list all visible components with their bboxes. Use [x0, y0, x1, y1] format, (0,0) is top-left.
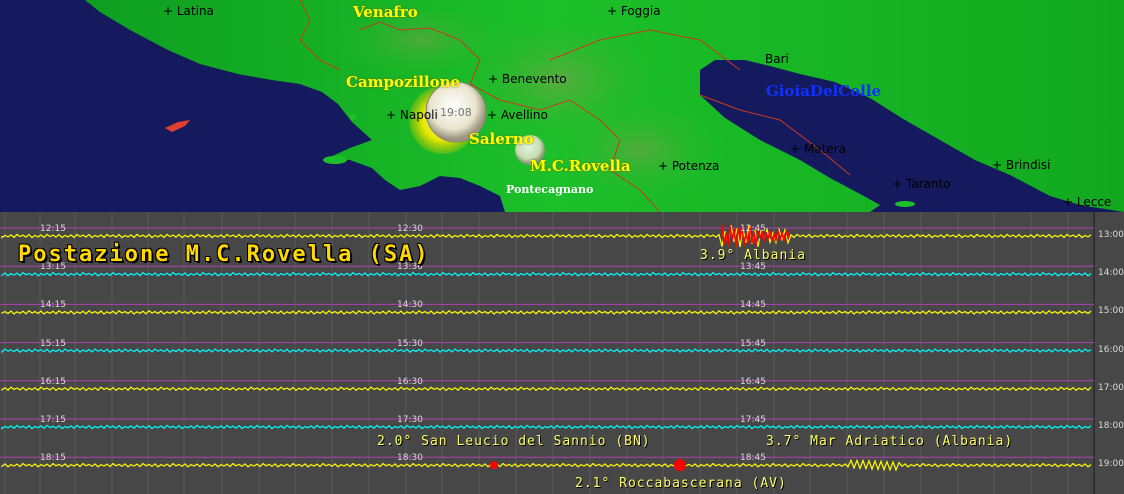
time-label: 18:15	[40, 453, 66, 464]
time-label: 17:15	[40, 415, 66, 425]
island	[895, 201, 915, 207]
station-title: Postazione M.C.Rovella (SA)	[18, 242, 430, 267]
city-label: + Brindisi	[992, 158, 1051, 172]
time-label: 12:45	[740, 224, 766, 234]
map-clock: 19:08	[440, 106, 472, 119]
city-label: + Avellino	[487, 108, 548, 122]
time-label: 18:45	[740, 453, 766, 464]
time-label: 15:30	[397, 338, 423, 349]
city-label: + Lecce	[1063, 195, 1112, 209]
time-label: 18:30	[397, 453, 423, 464]
time-label: 13:45	[740, 262, 766, 273]
event-label: 2.1° Roccabascerana (AV)	[575, 476, 787, 491]
island	[323, 156, 347, 164]
station-label-venafro[interactable]: Venafro	[353, 3, 418, 21]
time-label: 12:15	[40, 224, 66, 234]
station-label-gioiadelcolle[interactable]: GioiaDelColle	[766, 82, 881, 100]
city-label: Bari	[765, 52, 789, 66]
time-label: 15:15	[40, 338, 66, 349]
time-label: 17:30	[397, 415, 423, 425]
time-label: 15:45	[740, 338, 766, 349]
city-label: + Foggia	[607, 4, 661, 18]
seismogram-trace	[1, 271, 1092, 277]
time-label: 14:15	[40, 300, 66, 311]
event-marker	[490, 461, 498, 470]
time-label: 16:45	[740, 376, 766, 387]
time-label: 12:30	[397, 224, 423, 234]
station-label-campozillone[interactable]: Campozillone	[346, 73, 460, 91]
event-label: 2.0° San Leucio del Sannio (BN)	[377, 434, 651, 449]
city-label: + Latina	[163, 4, 214, 18]
row-end-time: 16:00	[1098, 344, 1124, 355]
seismogram-trace	[1, 386, 1092, 392]
city-label: + Taranto	[892, 177, 951, 191]
event-label: 3.7° Mar Adriatico (Albania)	[766, 434, 1014, 449]
seismogram-trace	[1, 348, 1092, 354]
city-label: + Potenza	[658, 159, 720, 173]
station-label-rovella[interactable]: M.C.Rovella	[530, 157, 631, 175]
time-label: 14:45	[740, 300, 766, 311]
map-graphic	[0, 0, 1124, 212]
seismogram-trace	[1, 458, 1092, 472]
row-end-time: 15:00	[1098, 306, 1124, 317]
seismogram-trace	[1, 424, 1092, 430]
time-label: 16:30	[397, 376, 423, 387]
time-label: 16:15	[40, 376, 66, 387]
seismic-station-map: 19:08 + Latina + Foggia + Benevento Bari…	[0, 0, 1124, 212]
event-marker	[674, 459, 686, 472]
row-end-time: 14:00	[1098, 268, 1124, 279]
row-end-time: 18:00	[1098, 421, 1124, 431]
island	[349, 114, 357, 120]
seismogram-trace	[1, 310, 1092, 315]
city-label: + Napoli	[386, 108, 438, 122]
station-label-salerno[interactable]: Salerno	[469, 130, 534, 148]
row-end-time: 17:00	[1098, 382, 1124, 393]
time-label: 17:45	[740, 415, 766, 425]
city-label: + Matera	[790, 142, 846, 156]
row-end-time: 13:00	[1098, 230, 1124, 240]
seismogram-drum: 12:15 12:30 12:45 13:00 13:15 13:30 13:45 14:00…	[0, 212, 1124, 494]
city-label: + Benevento	[488, 72, 567, 86]
station-label-pontecagnano[interactable]: Pontecagnano	[506, 183, 593, 196]
time-label: 14:30	[397, 300, 423, 311]
row-end-time: 19:00	[1098, 459, 1124, 470]
event-label: 3.9° Albania	[700, 248, 806, 263]
